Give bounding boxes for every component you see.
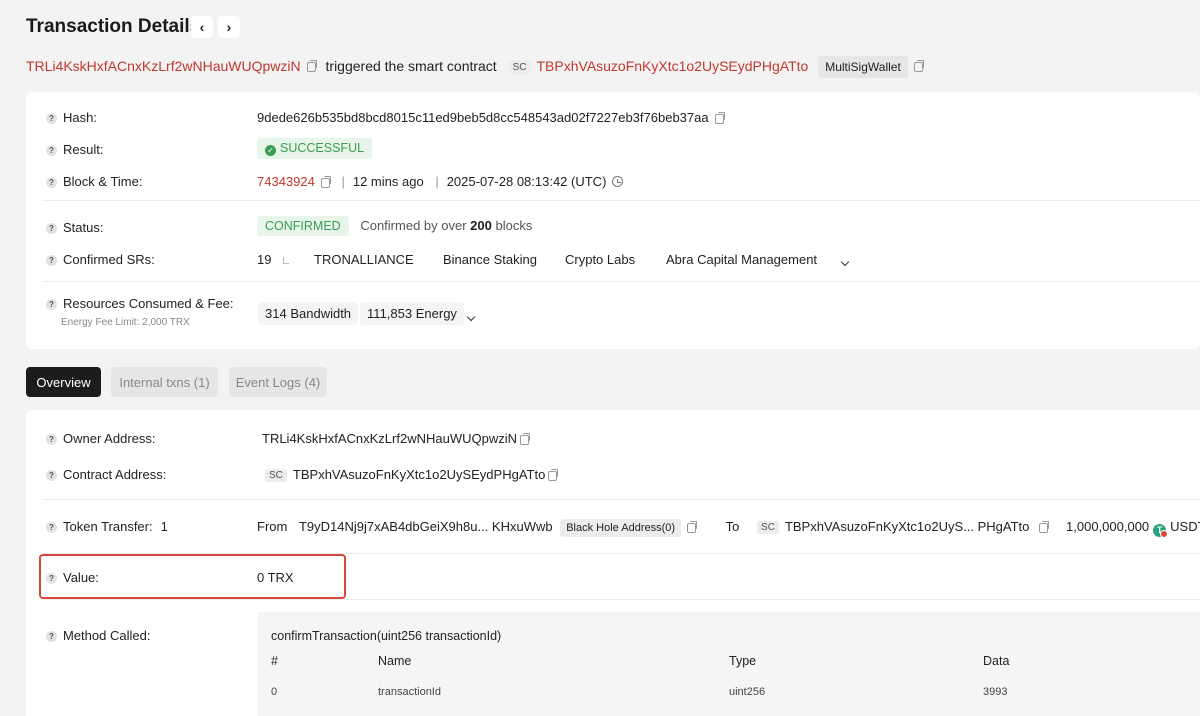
- energy-limit: Energy Fee Limit: 2,000 TRX: [61, 317, 190, 328]
- divider: [42, 200, 1200, 201]
- tab-event-logs[interactable]: Event Logs (4): [229, 367, 327, 397]
- method-label: ? Method Called:: [46, 628, 150, 643]
- copy-icon[interactable]: [687, 520, 698, 533]
- resources-label: ? Resources Consumed & Fee:: [46, 296, 234, 311]
- sc-badge: SC: [508, 60, 531, 74]
- header-summary-line: TRLi4KskHxfACnxKzLrf2wNHauWUQpwziN trigg…: [26, 56, 924, 78]
- help-icon[interactable]: ?: [46, 631, 57, 643]
- divider: [42, 499, 1200, 500]
- page-title: Transaction Details: [26, 16, 201, 37]
- help-icon[interactable]: ?: [46, 470, 57, 482]
- block-number-link[interactable]: 74343924: [257, 174, 315, 189]
- token-symbol-link[interactable]: USDT: [1170, 519, 1200, 534]
- hash-value: 9dede626b535bd8bcd8015c11ed9beb5d8cc5485…: [257, 110, 725, 125]
- srs-count: 19: [257, 252, 272, 267]
- confirmed-count: 200: [470, 218, 492, 233]
- confirmed-badge: CONFIRMED: [257, 216, 349, 236]
- method-header-data: Data: [983, 654, 1010, 668]
- sc-badge: SC: [265, 469, 287, 483]
- method-header-type: Type: [729, 654, 757, 668]
- clock-icon[interactable]: [612, 176, 624, 187]
- contract-address-link[interactable]: TBPxhVAsuzoFnKyXtc1o2UySEydPHgATto: [537, 58, 809, 74]
- copy-icon[interactable]: [913, 60, 924, 73]
- black-hole-tag: Black Hole Address(0): [560, 519, 682, 537]
- confirmed-prefix: Confirmed by over: [360, 218, 467, 233]
- block-age: 12 mins ago: [352, 174, 424, 189]
- from-address-link[interactable]: T9yD14Nj9j7xAB4dbGeiX9h8u... KHxuWwb: [299, 519, 553, 534]
- to-label: To: [725, 519, 740, 534]
- status-label: ? Status:: [46, 220, 103, 235]
- method-row-name: transactionId: [378, 686, 441, 698]
- copy-icon[interactable]: [320, 175, 331, 188]
- divider: [42, 599, 1200, 600]
- owner-label: ? Owner Address:: [46, 431, 156, 446]
- help-icon[interactable]: ?: [46, 177, 57, 189]
- to-address-link[interactable]: TBPxhVAsuzoFnKyXtc1o2UyS... PHgATto: [785, 519, 1029, 534]
- contract-address-link[interactable]: TBPxhVAsuzoFnKyXtc1o2UySEydPHgATto: [293, 467, 545, 482]
- block-time: 2025-07-28 08:13:42 (UTC): [446, 174, 607, 189]
- srs-label: ? Confirmed SRs:: [46, 252, 155, 267]
- tab-overview[interactable]: Overview: [26, 367, 101, 397]
- token-transfer-label: ? Token Transfer: 1: [46, 519, 168, 534]
- next-button[interactable]: ›: [218, 16, 240, 38]
- energy-box: 111,853 Energy: [360, 302, 464, 325]
- owner-address-link[interactable]: TRLi4KskHxfACnxKzLrf2wNHauWUQpwziN: [262, 431, 517, 446]
- copy-icon[interactable]: [520, 432, 530, 445]
- block-label: ? Block & Time:: [46, 174, 142, 189]
- hash-label: ? Hash:: [46, 110, 97, 125]
- result-label: ? Result:: [46, 142, 103, 157]
- method-signature: confirmTransaction(uint256 transactionId…: [271, 629, 502, 643]
- tab-internal-txns[interactable]: Internal txns (1): [111, 367, 218, 397]
- token-amount: 1,000,000,000: [1066, 519, 1150, 534]
- check-icon: ✓: [265, 145, 276, 156]
- method-row-index: 0: [271, 686, 278, 698]
- help-icon[interactable]: ?: [46, 145, 57, 157]
- help-icon[interactable]: ?: [46, 299, 57, 311]
- contract-name-tag: MultiSigWallet: [818, 56, 908, 78]
- copy-icon[interactable]: [1039, 520, 1050, 533]
- action-text: triggered the smart contract: [325, 58, 497, 74]
- method-row-data: 3993: [983, 686, 1008, 698]
- help-icon[interactable]: ?: [46, 522, 57, 534]
- method-header-index: #: [271, 654, 278, 668]
- block-value: 74343924 | 12 mins ago | 2025-07-28 08:13:…: [257, 174, 624, 189]
- chevron-down-icon[interactable]: [840, 253, 850, 268]
- owner-value: TRLi4KskHxfACnxKzLrf2wNHauWUQpwziN: [262, 431, 530, 446]
- sc-badge: SC: [757, 521, 779, 535]
- method-called-box: confirmTransaction(uint256 transactionId…: [258, 612, 1200, 716]
- token-transfer-row: From T9yD14Nj9j7xAB4dbGeiX9h8u... KHxuWw…: [257, 519, 1200, 538]
- help-icon[interactable]: ?: [46, 223, 57, 235]
- sr-item[interactable]: Abra Capital Management: [666, 252, 817, 267]
- bandwidth-box: 314 Bandwidth: [258, 302, 359, 325]
- help-icon[interactable]: ?: [46, 434, 57, 446]
- copy-icon[interactable]: [714, 111, 725, 124]
- sr-item[interactable]: Binance Staking: [443, 252, 537, 267]
- sr-item[interactable]: TRONALLIANCE: [314, 252, 414, 267]
- status-value: CONFIRMED Confirmed by over 200 blocks: [257, 216, 532, 236]
- method-row-type: uint256: [729, 686, 766, 698]
- usdt-token-icon: T: [1153, 524, 1169, 538]
- copy-icon[interactable]: [306, 60, 317, 73]
- value-highlight-box: [39, 554, 346, 599]
- confirmed-suffix: blocks: [495, 218, 533, 233]
- divider: [42, 281, 1200, 282]
- copy-icon[interactable]: [548, 468, 559, 481]
- prev-button[interactable]: ‹: [191, 16, 213, 38]
- help-icon[interactable]: ?: [46, 113, 57, 125]
- help-icon[interactable]: ?: [46, 255, 57, 267]
- chevron-down-icon[interactable]: [466, 308, 476, 323]
- from-address-link[interactable]: TRLi4KskHxfACnxKzLrf2wNHauWUQpwziN: [26, 58, 301, 74]
- result-badge: ✓ SUCCESSFUL: [257, 138, 373, 159]
- from-label: From: [257, 519, 288, 534]
- sr-divider-icon: [283, 252, 289, 267]
- contract-value: SC TBPxhVAsuzoFnKyXtc1o2UySEydPHgATto: [265, 467, 559, 483]
- contract-label: ? Contract Address:: [46, 467, 166, 482]
- method-header-name: Name: [378, 654, 412, 668]
- sr-item[interactable]: Crypto Labs: [565, 252, 635, 267]
- resources-value: 314 Bandwidth 111,853 Energy: [258, 302, 464, 325]
